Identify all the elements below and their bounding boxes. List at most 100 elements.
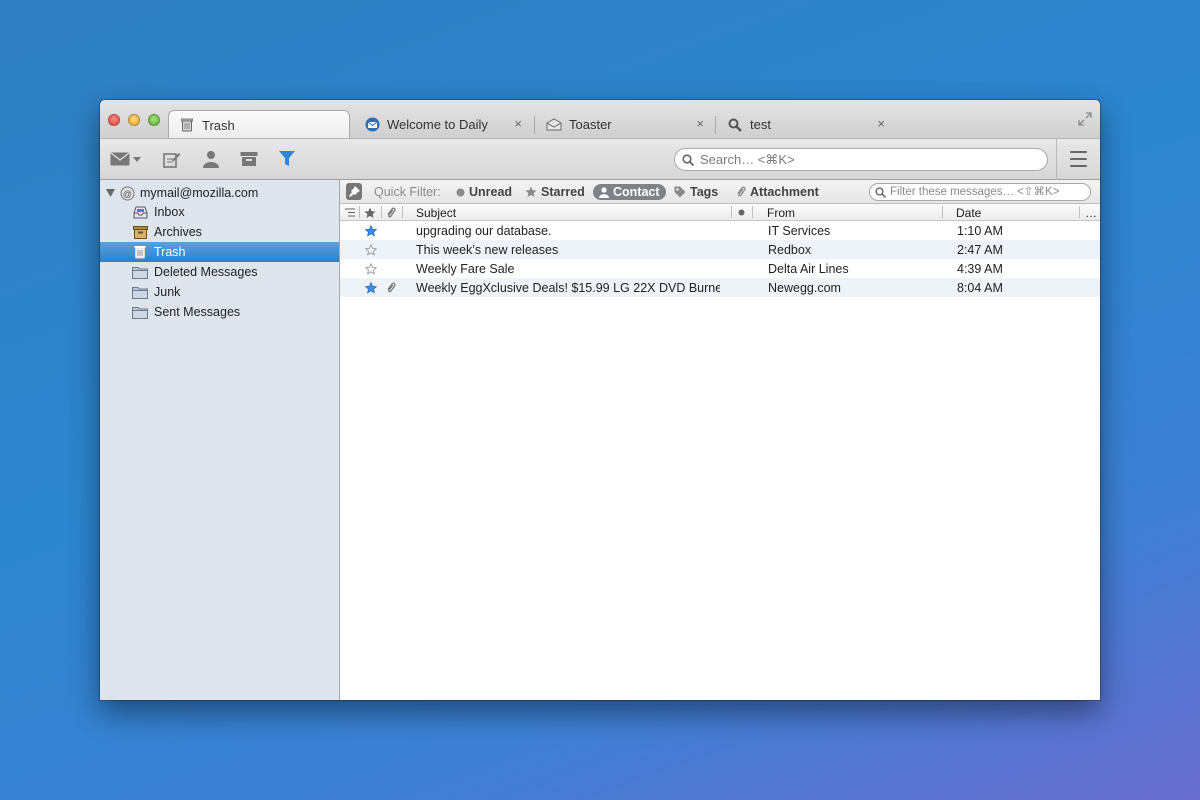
tab-label: Welcome to Daily <box>387 117 488 132</box>
filter-unread-button[interactable]: Unread <box>456 184 512 200</box>
star-icon <box>525 186 537 198</box>
tab-welcome-to-daily[interactable]: Welcome to Daily × <box>354 111 530 138</box>
pin-icon <box>348 186 360 197</box>
close-tab-icon[interactable]: × <box>877 116 885 131</box>
star-outline-icon[interactable] <box>364 261 378 276</box>
date-column-header[interactable]: Date <box>956 205 981 220</box>
global-search-input[interactable] <box>698 151 1032 168</box>
account-name: mymail@mozilla.com <box>140 186 259 200</box>
folder-trash[interactable]: Trash <box>100 242 339 262</box>
thunderbird-icon <box>364 117 380 133</box>
tab-bar: Trash Welcome to Daily × Toaster × test … <box>100 100 1100 139</box>
message-list-header: Subject From Date … <box>340 204 1100 221</box>
attachment-column-icon[interactable] <box>386 205 396 220</box>
folder-pane: @ mymail@mozilla.com Inbox Archives Tras… <box>100 180 340 700</box>
column-divider <box>752 206 753 218</box>
window-zoom-button[interactable] <box>148 114 160 126</box>
sticky-filter-pin-button[interactable] <box>346 183 362 200</box>
expand-arrow-icon[interactable] <box>106 189 116 197</box>
star-filled-icon[interactable] <box>364 223 378 238</box>
subject-column-header[interactable]: Subject <box>416 205 456 220</box>
folder-deleted-messages[interactable]: Deleted Messages <box>100 262 339 282</box>
envelope-icon <box>546 117 562 133</box>
close-tab-icon[interactable]: × <box>514 116 522 131</box>
tab-divider <box>715 116 716 134</box>
main-toolbar <box>100 138 1100 180</box>
folder-label: Archives <box>154 225 202 239</box>
tab-trash[interactable]: Trash <box>168 110 350 139</box>
unread-dot-icon <box>456 188 465 197</box>
message-date: 8:04 AM <box>957 280 1003 295</box>
folder-sent-messages[interactable]: Sent Messages <box>100 302 339 322</box>
folder-archives[interactable]: Archives <box>100 222 339 242</box>
message-from: Newegg.com <box>768 280 841 295</box>
folder-junk[interactable]: Junk <box>100 282 339 302</box>
table-row[interactable]: upgrading our database. IT Services 1:10… <box>340 221 1100 240</box>
quick-filter-toggle-button[interactable] <box>276 149 298 169</box>
filter-messages-box[interactable] <box>869 183 1091 201</box>
filter-tags-button[interactable]: Tags <box>674 184 718 200</box>
column-picker-button[interactable]: … <box>1085 205 1097 220</box>
person-icon <box>203 151 219 168</box>
message-date: 1:10 AM <box>957 223 1003 238</box>
address-book-button[interactable] <box>200 149 222 169</box>
toolbar-divider <box>1056 139 1057 180</box>
folder-label: Sent Messages <box>154 305 241 319</box>
account-row[interactable]: @ mymail@mozilla.com <box>100 183 339 203</box>
archive-icon <box>132 225 148 239</box>
message-subject: Weekly Fare Sale <box>416 261 515 276</box>
filter-contact-button[interactable]: Contact <box>593 184 666 200</box>
star-filled-icon[interactable] <box>364 280 378 295</box>
search-icon <box>727 117 743 133</box>
column-divider <box>402 206 403 218</box>
folder-inbox[interactable]: Inbox <box>100 202 339 222</box>
filter-messages-input[interactable] <box>888 185 1088 199</box>
from-column-header[interactable]: From <box>767 205 795 220</box>
folder-label: Junk <box>154 285 181 299</box>
column-divider <box>359 206 360 218</box>
folder-label: Deleted Messages <box>154 265 258 279</box>
message-from: Delta Air Lines <box>768 261 849 276</box>
window-close-button[interactable] <box>108 114 120 126</box>
table-row[interactable]: This week’s new releases Redbox 2:47 AM <box>340 240 1100 259</box>
window-minimize-button[interactable] <box>128 114 140 126</box>
thread-column-icon[interactable] <box>345 205 355 220</box>
tab-label: Trash <box>202 117 235 133</box>
paperclip-icon <box>384 280 398 295</box>
message-list: upgrading our database. IT Services 1:10… <box>340 221 1100 297</box>
table-row[interactable]: Weekly EggXclusive Deals! $15.99 LG 22X … <box>340 278 1100 297</box>
folder-icon <box>132 285 148 299</box>
fullscreen-icon[interactable] <box>1078 112 1092 129</box>
global-search-box[interactable] <box>674 148 1048 171</box>
read-status-column-icon[interactable] <box>738 205 745 220</box>
filter-icon <box>279 151 295 166</box>
tab-test[interactable]: test × <box>717 111 893 138</box>
write-button[interactable] <box>161 149 183 169</box>
folder-icon <box>132 265 148 279</box>
column-divider <box>1079 206 1080 218</box>
column-divider <box>381 206 382 218</box>
get-mail-dropdown-icon[interactable] <box>132 149 142 169</box>
archive-button[interactable] <box>238 149 260 169</box>
column-divider <box>942 206 943 218</box>
close-tab-icon[interactable]: × <box>696 116 704 131</box>
star-outline-icon[interactable] <box>364 242 378 257</box>
tab-label: test <box>750 117 771 132</box>
account-icon: @ <box>120 186 135 201</box>
tab-toaster[interactable]: Toaster × <box>536 111 712 138</box>
folder-icon <box>132 305 148 319</box>
archive-icon <box>240 152 258 166</box>
filter-starred-button[interactable]: Starred <box>525 184 585 200</box>
compose-icon <box>163 152 181 168</box>
tab-label: Toaster <box>569 117 612 132</box>
message-from: IT Services <box>768 223 831 238</box>
quick-filter-label: Quick Filter: <box>374 185 441 199</box>
app-menu-button[interactable] <box>1070 151 1087 167</box>
column-divider <box>731 206 732 218</box>
get-mail-button[interactable] <box>109 149 131 169</box>
table-row[interactable]: Weekly Fare Sale Delta Air Lines 4:39 AM <box>340 259 1100 278</box>
search-icon <box>875 186 886 198</box>
folder-label: Trash <box>154 245 186 259</box>
star-column-icon[interactable] <box>364 205 376 220</box>
filter-attachment-button[interactable]: Attachment <box>736 184 819 200</box>
